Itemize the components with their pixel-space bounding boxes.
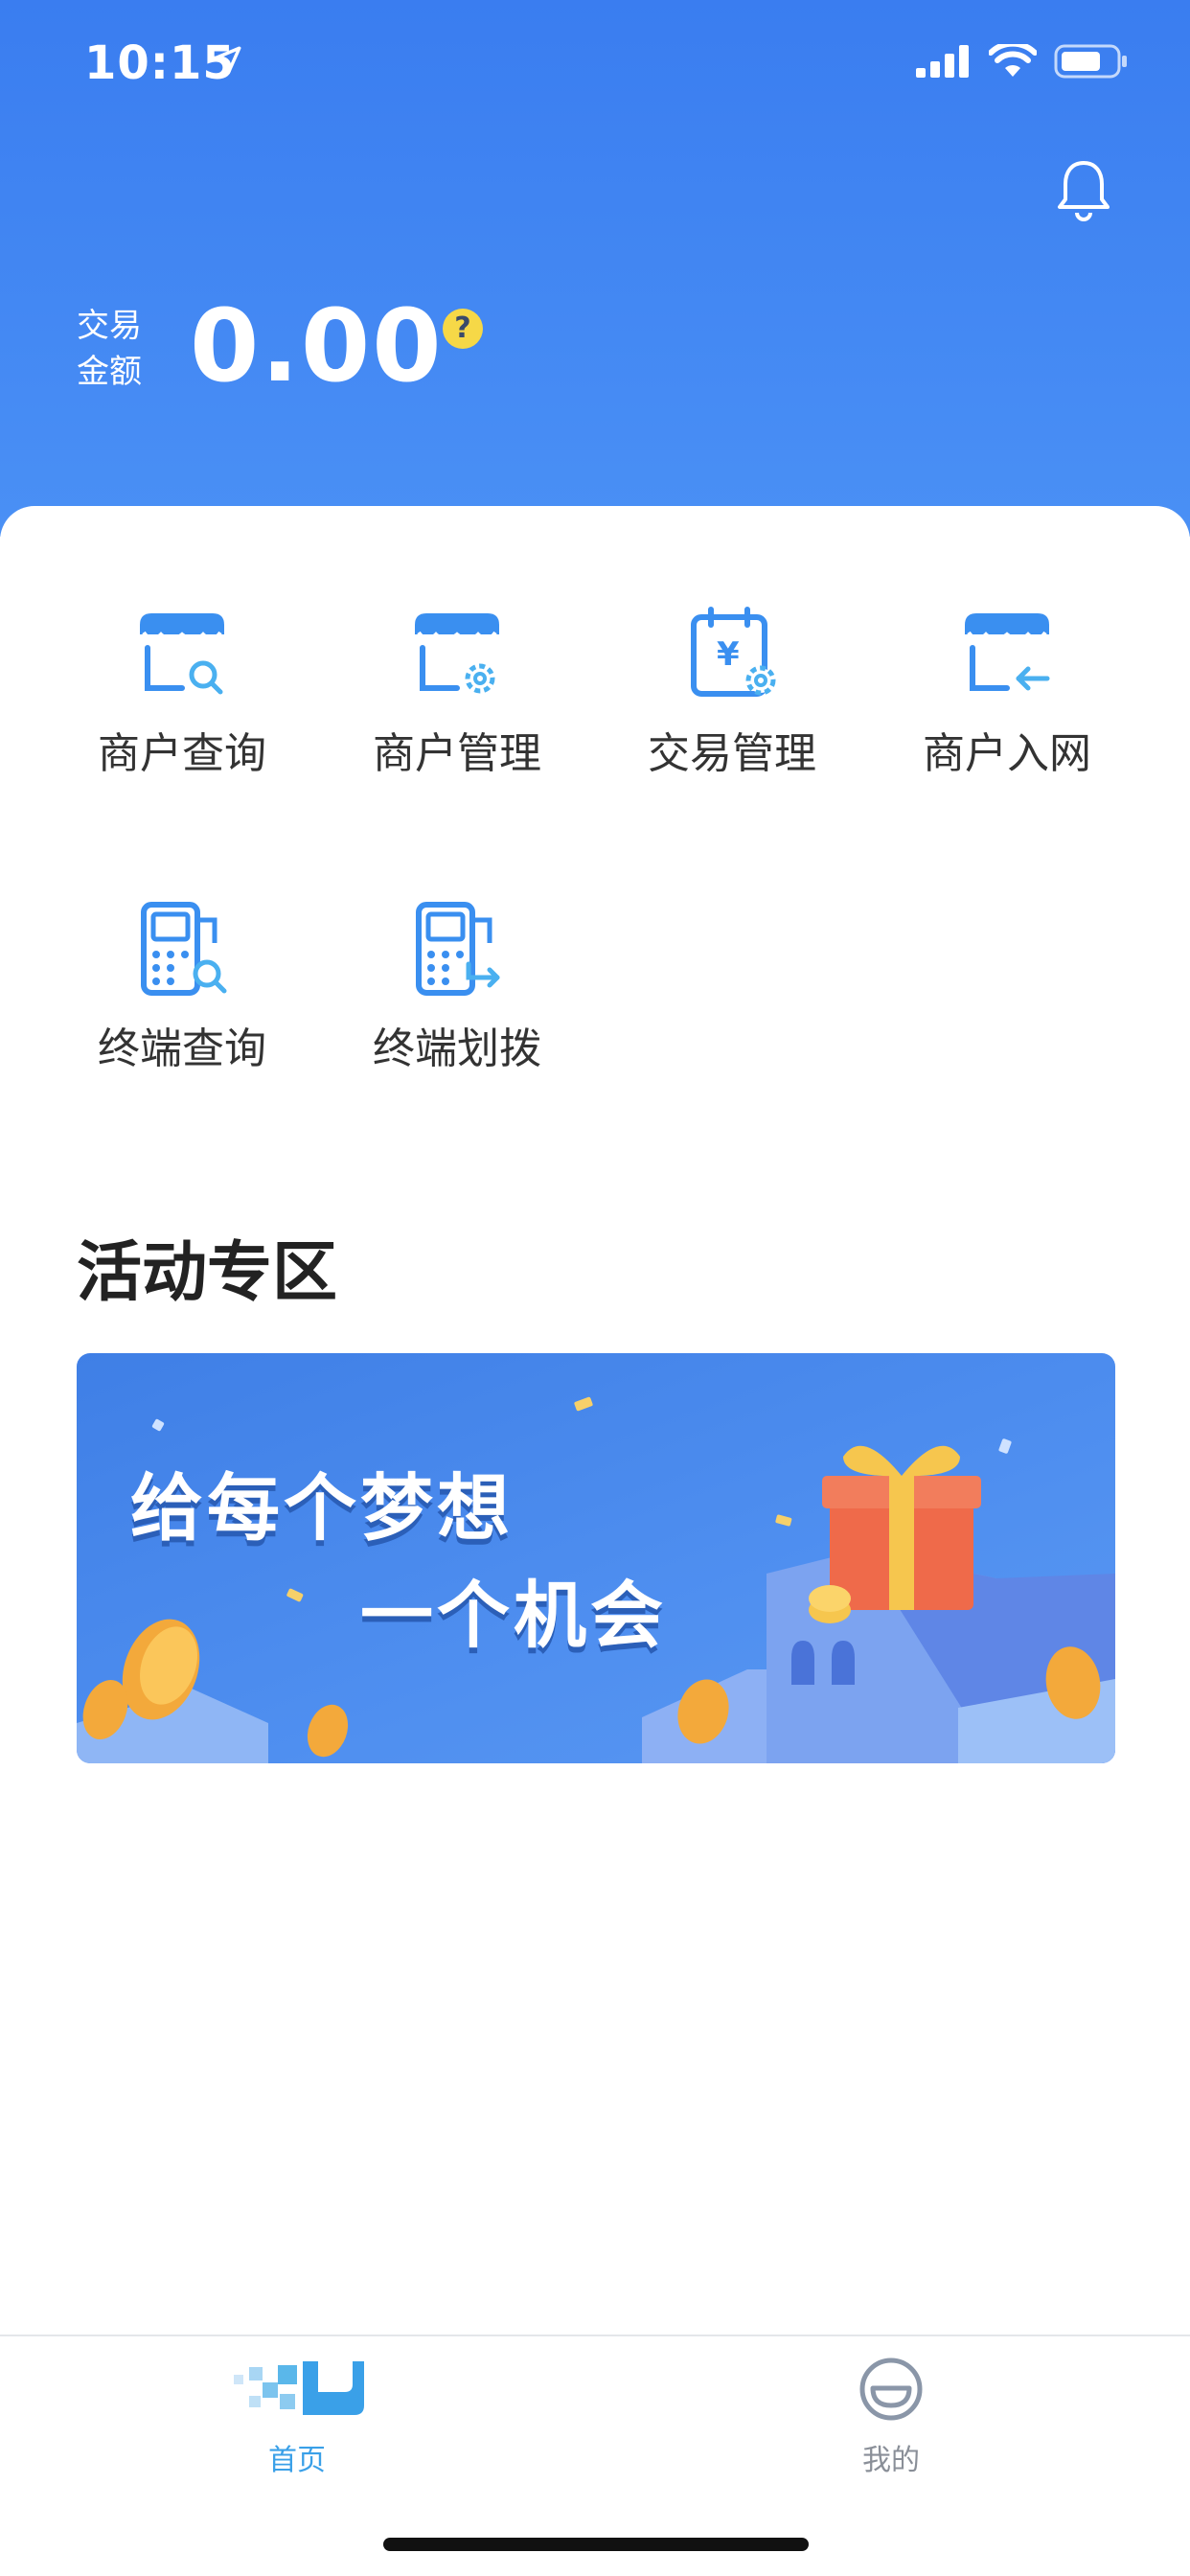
- terminal-search-icon: [141, 902, 227, 996]
- amount-label-line1: 交易: [77, 307, 142, 345]
- terminal-transfer-icon: [416, 902, 500, 996]
- tab-home-label: 首页: [268, 2444, 326, 2477]
- grid-item-merchant-search[interactable]: 商户查询: [67, 606, 297, 780]
- grid-label: 商户查询: [98, 729, 266, 778]
- home-indicator: [383, 2538, 809, 2551]
- grid-item-merchant-join[interactable]: 商户入网: [892, 606, 1122, 780]
- grid-label: 终端查询: [98, 1024, 266, 1073]
- tab-home[interactable]: 首页: [201, 2356, 393, 2478]
- grid-label: 终端划拨: [373, 1024, 541, 1073]
- grid-label: 交易管理: [648, 729, 816, 778]
- grid-label: 商户入网: [923, 729, 1091, 778]
- banner-headline-line2: 一个机会: [360, 1573, 667, 1658]
- merchant-search-icon: [140, 613, 224, 695]
- grid-item-merchant-manage[interactable]: 商户管理: [342, 606, 572, 780]
- merchant-settings-icon: [415, 613, 499, 694]
- grid-item-terminal-transfer[interactable]: 终端划拨: [342, 901, 572, 1075]
- amount-label-line2: 金额: [77, 353, 142, 391]
- activity-banner[interactable]: 给每个梦想 一个机会: [77, 1353, 1115, 1763]
- home-tab-icon: [234, 2361, 364, 2415]
- grid-item-transaction-manage[interactable]: ¥ 交易管理: [617, 606, 847, 780]
- section-title: 活动专区: [77, 1235, 338, 1311]
- status-indicators: [916, 44, 1129, 79]
- amount-label: 交易 金额: [77, 303, 142, 395]
- bell-icon[interactable]: [1054, 157, 1113, 222]
- svg-text:¥: ¥: [717, 635, 740, 674]
- amount-value: 0.00: [190, 288, 444, 404]
- location-arrow-icon: [213, 46, 241, 75]
- tab-mine-label: 我的: [862, 2444, 920, 2477]
- header: 10:15 交易 金额 0.00 ?: [0, 0, 1190, 537]
- signal-icon: [916, 45, 969, 78]
- smiley-face-icon: [859, 2358, 923, 2421]
- help-icon[interactable]: ?: [443, 309, 483, 349]
- merchant-join-icon: [965, 613, 1050, 691]
- grid-label: 商户管理: [373, 729, 541, 778]
- grid-item-terminal-search[interactable]: 终端查询: [67, 901, 297, 1075]
- status-bar: 10:15: [0, 0, 1190, 125]
- wifi-icon: [989, 44, 1037, 77]
- tab-mine[interactable]: 我的: [795, 2356, 987, 2478]
- banner-headline-line1: 给每个梦想: [130, 1465, 514, 1551]
- battery-icon: [1054, 44, 1127, 79]
- transaction-settings-icon: ¥: [691, 607, 776, 697]
